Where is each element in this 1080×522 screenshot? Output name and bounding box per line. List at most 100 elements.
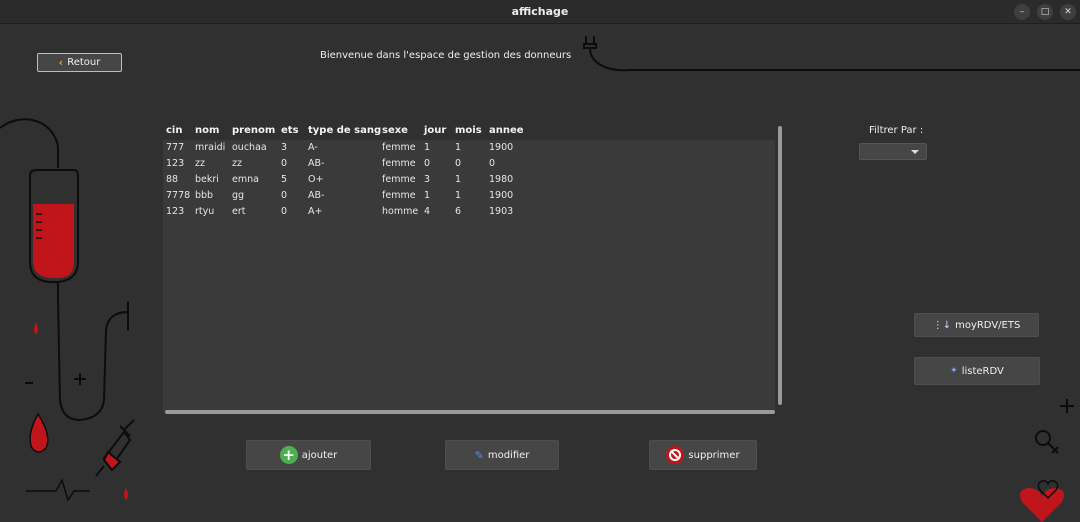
plus-icon (1060, 399, 1074, 413)
moy-rdv-ets-label: moyRDV/ETS (955, 319, 1021, 331)
add-button-label: ajouter (301, 449, 338, 461)
table-cell: 3 (281, 142, 288, 153)
table-cell: 1 (424, 190, 431, 201)
table-cell: 1903 (489, 206, 514, 217)
plug-cable-icon (583, 36, 1080, 72)
app-window: affichage – □ ✕ ‹ Retour Bienvenue dans … (0, 0, 1080, 522)
blood-drop-icon (34, 322, 38, 334)
back-button-label: Retour (67, 57, 101, 68)
moy-rdv-ets-button[interactable]: ⋮↓ moyRDV/ETS (914, 313, 1039, 337)
table-cell: mraidi (195, 142, 226, 153)
table-cell: ert (232, 206, 246, 217)
table-cell: 7778 (166, 190, 191, 201)
sort-icon: ⋮↓ (932, 319, 952, 331)
table-cell: bekri (195, 174, 219, 185)
table-row[interactable]: 88 bekri emna 5 O+ femme 3 1 1980 (163, 173, 775, 189)
table-cell: femme (382, 190, 416, 201)
table-cell: O+ (308, 174, 324, 185)
filter-label: Filtrer Par : (869, 125, 924, 136)
liste-rdv-label: listeRDV (961, 365, 1004, 377)
edit-button-label: modifier (487, 449, 530, 461)
table-cell: AB- (308, 190, 325, 201)
chevron-left-icon: ‹ (58, 56, 64, 69)
table-cell: 3 (424, 174, 431, 185)
blood-bag-icon (0, 118, 129, 422)
table-cell: 0 (489, 158, 496, 169)
table-cell: gg (232, 190, 245, 201)
table-cell: 0 (281, 190, 288, 201)
table-cell: femme (382, 174, 416, 185)
table-header: cin nom prenom ets type de sang sexe jou… (163, 124, 775, 140)
delete-button-label: supprimer (688, 449, 740, 461)
table-cell: femme (382, 142, 416, 153)
table-cell: 1 (455, 142, 462, 153)
table-cell: A+ (308, 206, 323, 217)
add-icon: + (279, 446, 298, 464)
table-cell: 0 (281, 206, 288, 217)
table-cell: A- (308, 142, 318, 153)
column-header-ets[interactable]: ets (281, 125, 299, 136)
table-cell: emna (232, 174, 259, 185)
horizontal-scrollbar[interactable] (165, 410, 775, 414)
column-header-sexe[interactable]: sexe (382, 125, 408, 136)
table-cell: ouchaa (232, 142, 267, 153)
table-cell: femme (382, 158, 416, 169)
close-icon[interactable]: ✕ (1060, 4, 1076, 20)
column-header-type-sang[interactable]: type de sang (308, 125, 381, 136)
maximize-icon[interactable]: □ (1037, 4, 1053, 20)
column-header-mois[interactable]: mois (455, 125, 482, 136)
table-cell: 1 (455, 190, 462, 201)
add-button[interactable]: + ajouter (246, 440, 371, 470)
column-header-nom[interactable]: nom (195, 125, 219, 136)
welcome-text: Bienvenue dans l'espace de gestion des d… (320, 50, 572, 61)
table-cell: 777 (166, 142, 185, 153)
prohibited-icon (666, 446, 685, 464)
table-cell: rtyu (195, 206, 215, 217)
blood-drop-icon (29, 412, 49, 453)
table-cell: 123 (166, 158, 185, 169)
table-cell: 0 (281, 158, 288, 169)
back-button[interactable]: ‹ Retour (37, 53, 122, 72)
table-cell: 1900 (489, 190, 514, 201)
table-cell: bbb (195, 190, 214, 201)
heart-outline-icon (1037, 480, 1059, 500)
vertical-scrollbar[interactable] (778, 126, 782, 405)
table-cell: 6 (455, 206, 462, 217)
syringe-icon (95, 419, 135, 477)
title-bar: affichage – □ ✕ (0, 0, 1080, 24)
filter-dropdown[interactable] (859, 143, 927, 160)
minimize-icon[interactable]: – (1014, 4, 1030, 20)
table-row[interactable]: 777 mraidi ouchaa 3 A-femme 1 1 1900 (163, 141, 775, 157)
gender-symbol-icon (1035, 430, 1059, 454)
table-row[interactable]: 123 zz zz 0 AB-femme 0 0 0 (163, 157, 775, 173)
donors-table[interactable]: cin nom prenom ets type de sang sexe jou… (163, 124, 775, 412)
table-cell: 1 (424, 142, 431, 153)
column-header-prenom[interactable]: prenom (232, 125, 275, 136)
table-cell: zz (195, 158, 205, 169)
table-row[interactable]: 123 rtyu ert 0 A+ homme 4 6 1903 (163, 205, 775, 221)
heart-icon (1020, 488, 1064, 522)
table-cell: 88 (166, 174, 179, 185)
liste-rdv-button[interactable]: ✦ listeRDV (914, 357, 1040, 385)
table-cell: 1 (455, 174, 462, 185)
column-header-jour[interactable]: jour (424, 125, 446, 136)
window-title: affichage (511, 5, 569, 18)
table-cell: 1980 (489, 174, 514, 185)
table-cell: zz (232, 158, 242, 169)
edit-button[interactable]: ✎ modifier (445, 440, 559, 470)
pencil-icon: ✎ (474, 448, 484, 462)
table-cell: 5 (281, 174, 288, 185)
blood-fill-shape (33, 204, 74, 279)
heartbeat-icon (26, 478, 90, 502)
column-header-annee[interactable]: annee (489, 125, 524, 136)
column-header-cin[interactable]: cin (166, 125, 182, 136)
table-row[interactable]: 7778 bbb gg 0 AB-femme 1 1 1900 (163, 189, 775, 205)
table-cell: 1900 (489, 142, 514, 153)
table-cell: 4 (424, 206, 431, 217)
blood-drop-icon (124, 488, 128, 500)
delete-button[interactable]: supprimer (649, 440, 757, 470)
table-cell: 0 (424, 158, 431, 169)
chevron-down-icon (911, 150, 919, 154)
table-cell: 123 (166, 206, 185, 217)
table-cell: 0 (455, 158, 462, 169)
